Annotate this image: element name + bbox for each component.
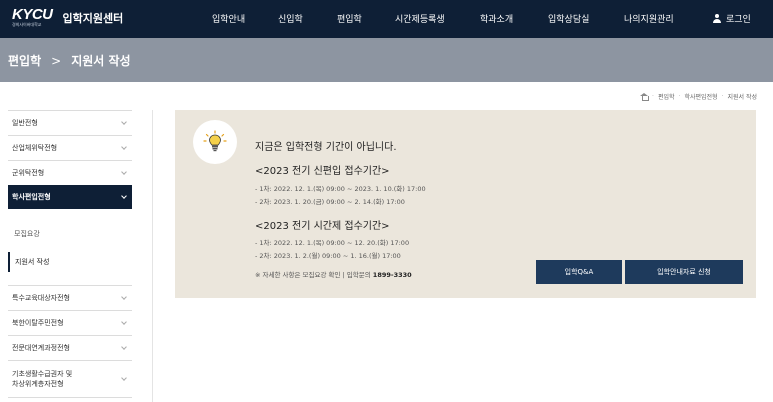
home-icon[interactable] (640, 93, 649, 101)
sidebar-item-general[interactable]: 일반전형 (8, 110, 132, 135)
contact-text: ※ 자세한 사항은 모집요강 확인 | 입학문의 (255, 271, 371, 279)
sidebar-item-north-korean-defector[interactable]: 북한이탈주민전형 (8, 310, 132, 335)
user-icon (712, 13, 722, 24)
sidebar-item-bachelor-transfer[interactable]: 학사편입전형 (8, 185, 132, 209)
sidebar-item-label: 기초생활수급권자 및 차상위계층자전형 (12, 370, 73, 388)
sidebar-item-basic-livelihood[interactable]: 기초생활수급권자 및 차상위계층자전형 (8, 360, 132, 398)
admission-qna-button[interactable]: 입학Q&A (536, 260, 622, 284)
page-title-separator: > (51, 53, 62, 68)
site-logo[interactable]: KYCU 경희사이버대학교 입학지원센터 (12, 6, 124, 28)
period-title-transfer: <2023 전기 신편입 접수기간> (255, 166, 390, 177)
chevron-down-icon (121, 375, 127, 381)
nav-item-freshman[interactable]: 신입학 (278, 12, 303, 25)
nav-item-my-application[interactable]: 나의지원관리 (624, 12, 674, 25)
site-title: 입학지원센터 (62, 12, 124, 25)
breadcrumb-item[interactable]: 지원서 작성 (727, 92, 757, 101)
sidebar-subitem-guide[interactable]: 모집요강 (8, 229, 40, 239)
breadcrumb: · 편입학 · 학사편입전형 · 지원서 작성 (640, 92, 757, 101)
notice-title: 지금은 입학전형 기간이 아닙니다. (255, 142, 397, 153)
period-line: - 2차: 2023. 1. 2.(월) 09:00 ~ 1. 16.(월) 1… (255, 252, 401, 260)
sidebar-item-college-linkage[interactable]: 전문대연계과정전형 (8, 335, 132, 360)
sidebar-item-label: 산업체위탁전형 (12, 144, 58, 152)
sidebar-item-label: 북한이탈주민전형 (12, 319, 64, 327)
request-admission-info-button[interactable]: 입학안내자료 신청 (625, 260, 743, 284)
period-line: - 2차: 2023. 1. 20.(금) 09:00 ~ 2. 14.(화) … (255, 198, 405, 206)
lightbulb-icon (193, 120, 237, 164)
logo-subtext: 경희사이버대학교 (12, 22, 42, 27)
nav-item-counseling[interactable]: 입학상담실 (548, 12, 589, 25)
logo-mark: KYCU 경희사이버대학교 (12, 6, 53, 28)
nav-item-departments[interactable]: 학과소개 (480, 12, 513, 25)
chevron-down-icon (121, 193, 127, 199)
contact-phone: 1899-3330 (372, 271, 412, 279)
sidebar-item-label: 학사편입전형 (12, 193, 51, 201)
period-line: - 1차: 2022. 12. 1.(목) 09:00 ~ 2023. 1. 1… (255, 185, 426, 193)
sidebar-item-label: 전문대연계과정전형 (12, 344, 70, 352)
notice-panel: 지금은 입학전형 기간이 아닙니다. <2023 전기 신편입 접수기간> - … (175, 110, 756, 298)
page-title: 편입학 > 지원서 작성 (8, 52, 131, 69)
top-navigation-bar: KYCU 경희사이버대학교 입학지원센터 입학안내 신입학 편입학 시간제등록생… (0, 0, 773, 38)
contact-info: ※ 자세한 사항은 모집요강 확인 | 입학문의 1899-3330 (255, 269, 412, 279)
sidebar-item-military[interactable]: 군위탁전형 (8, 160, 132, 185)
page-title-section: 편입학 (8, 54, 42, 68)
nav-item-part-time[interactable]: 시간제등록생 (395, 12, 445, 25)
chevron-down-icon (121, 119, 127, 125)
sidebar-item-special-education[interactable]: 특수교육대상자전형 (8, 285, 132, 310)
sidebar-item-label: 군위탁전형 (12, 169, 45, 177)
sidebar-item-label: 일반전형 (12, 119, 38, 127)
chevron-down-icon (121, 294, 127, 300)
chevron-down-icon (121, 344, 127, 350)
breadcrumb-item[interactable]: 학사편입전형 (684, 92, 717, 101)
sidebar-subitem-application[interactable]: 지원서 작성 (8, 252, 49, 272)
sidebar-item-label: 특수교육대상자전형 (12, 294, 70, 302)
sidebar-item-industry[interactable]: 산업체위탁전형 (8, 135, 132, 160)
page-title-page: 지원서 작성 (71, 54, 131, 68)
login-label: 로그인 (726, 15, 751, 25)
chevron-down-icon (121, 169, 127, 175)
period-title-part-time: <2023 전기 시간제 접수기간> (255, 221, 390, 232)
period-line: - 1차: 2022. 12. 1.(목) 09:00 ~ 12. 20.(화)… (255, 239, 410, 247)
nav-item-admission-info[interactable]: 입학안내 (212, 12, 245, 25)
login-button[interactable]: 로그인 (712, 12, 751, 25)
logo-text: KYCU (12, 6, 53, 23)
sidebar-divider (152, 110, 153, 402)
chevron-down-icon (121, 144, 127, 150)
breadcrumb-item[interactable]: 편입학 (658, 92, 675, 101)
nav-item-transfer[interactable]: 편입학 (337, 12, 362, 25)
chevron-down-icon (121, 319, 127, 325)
